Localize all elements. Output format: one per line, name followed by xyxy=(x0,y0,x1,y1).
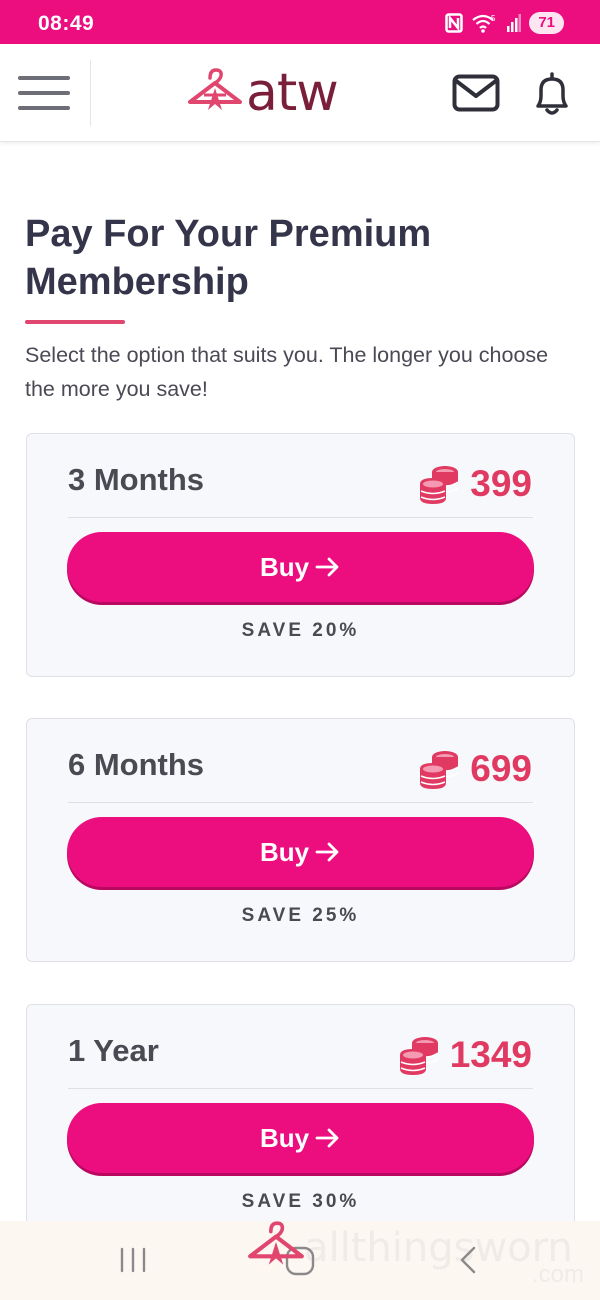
save-text: SAVE 25% xyxy=(241,905,360,926)
price-value: 699 xyxy=(470,748,532,789)
wifi-icon: 5 xyxy=(472,14,496,33)
arrow-right-icon xyxy=(315,842,339,862)
plan-name: 6 Months xyxy=(68,747,205,782)
signal-icon xyxy=(507,14,522,32)
arrow-right-icon xyxy=(315,1128,339,1148)
buy-button-1-year[interactable]: Buy xyxy=(67,1103,534,1173)
nfc-icon xyxy=(445,13,464,33)
plan-card-1-year: 1 Year 1349 Buy SAVE 30% xyxy=(26,1004,575,1248)
logo-hanger-icon xyxy=(188,68,242,110)
buy-button-6-months[interactable]: Buy xyxy=(67,817,534,887)
menu-button[interactable] xyxy=(18,72,72,114)
title-underline xyxy=(25,320,125,324)
plan-price: 699 xyxy=(418,747,532,791)
card-divider xyxy=(68,802,533,803)
buy-label: Buy xyxy=(259,551,310,582)
card-divider xyxy=(68,1088,533,1089)
mail-icon[interactable] xyxy=(452,74,500,112)
menu-icon xyxy=(18,76,70,80)
recents-icon[interactable] xyxy=(118,1247,148,1273)
site-logo[interactable]: atw xyxy=(186,63,339,123)
buy-button-3-months[interactable]: Buy xyxy=(67,532,534,602)
coins-icon xyxy=(420,751,459,789)
plan-price: 1349 xyxy=(398,1033,532,1077)
card-divider xyxy=(68,517,533,518)
status-icons: 5 71 xyxy=(445,12,564,34)
watermark-sub: .com xyxy=(531,1261,584,1288)
logo-text: atw xyxy=(246,63,339,123)
battery-indicator: 71 xyxy=(529,12,564,34)
plan-name: 1 Year xyxy=(68,1033,159,1068)
arrow-right-icon xyxy=(315,557,339,577)
buy-label: Buy xyxy=(259,836,310,867)
plan-card-3-months: 3 Months 399 Buy SAVE 20% xyxy=(26,433,575,677)
coins-icon xyxy=(420,466,459,504)
save-text: SAVE 30% xyxy=(241,1191,360,1212)
status-time: 08:49 xyxy=(38,12,95,35)
svg-text:5: 5 xyxy=(491,14,496,23)
app-header: atw xyxy=(0,44,600,142)
save-text: SAVE 20% xyxy=(241,620,360,641)
status-bar: 08:49 5 71 xyxy=(0,0,600,44)
plan-name: 3 Months xyxy=(68,462,205,497)
price-value: 1349 xyxy=(449,1034,532,1075)
home-icon[interactable] xyxy=(284,1245,316,1277)
bell-icon[interactable] xyxy=(528,70,576,118)
plan-price: 399 xyxy=(418,462,532,506)
coins-icon xyxy=(399,1037,439,1075)
system-nav-bar: allthingsworn .com xyxy=(0,1221,600,1300)
plan-card-6-months: 6 Months 699 Buy SAVE 25% xyxy=(26,718,575,962)
buy-label: Buy xyxy=(259,1122,310,1153)
header-divider xyxy=(90,60,91,126)
back-icon[interactable] xyxy=(456,1245,480,1275)
page-title: Pay For Your Premium Membership xyxy=(25,213,432,303)
price-value: 399 xyxy=(470,463,532,504)
page-subtitle: Select the option that suits you. The lo… xyxy=(25,343,549,401)
watermark-text: allthingsworn xyxy=(304,1225,573,1271)
